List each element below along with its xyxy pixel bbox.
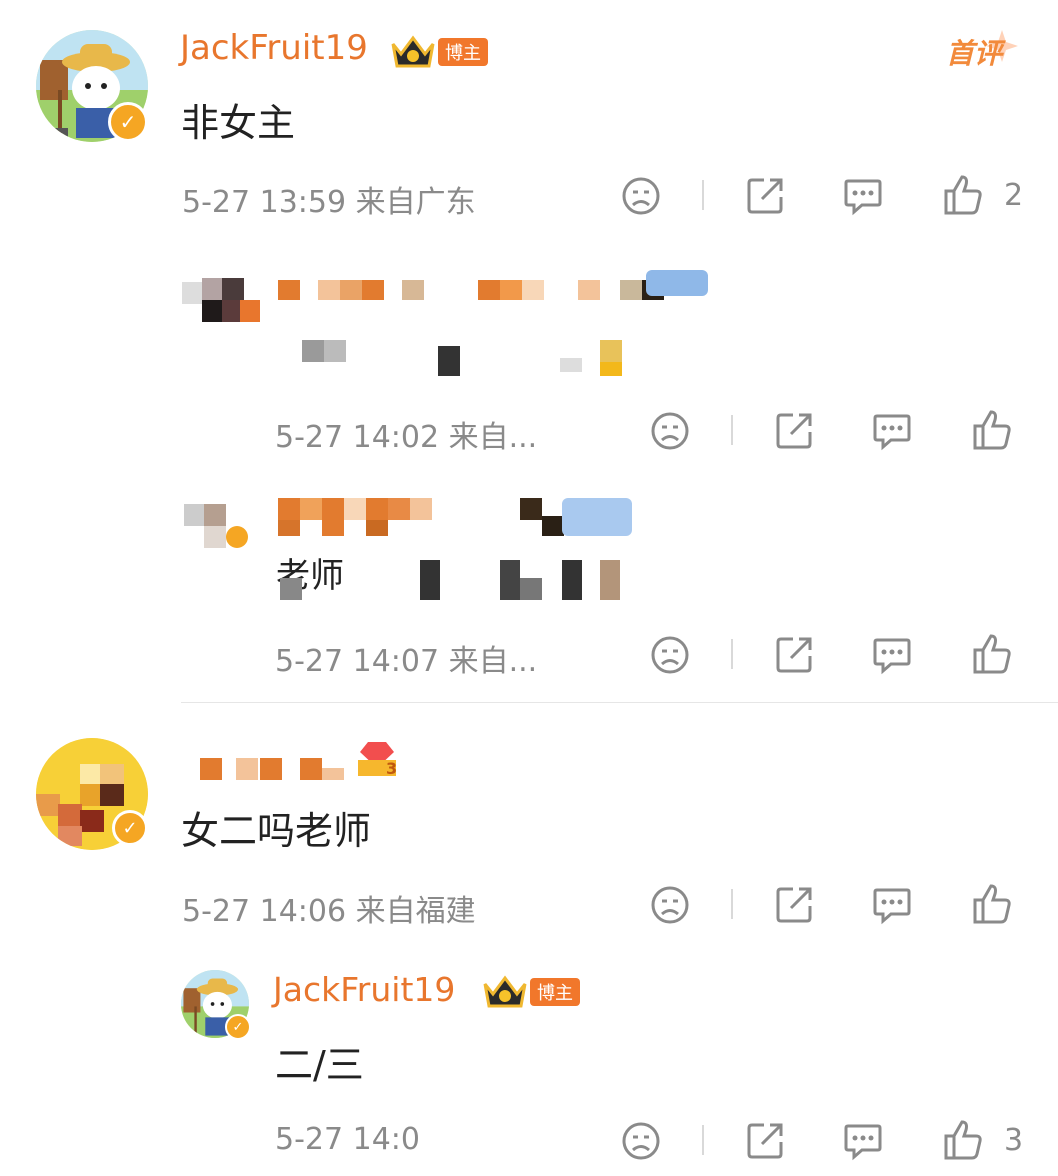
like-count: 2 <box>1004 178 1024 213</box>
obscured-username <box>184 738 354 782</box>
action-separator <box>702 180 704 210</box>
like-count: 3 <box>1004 1123 1024 1158</box>
verified-badge-icon: ✓ <box>112 810 148 846</box>
share-icon[interactable] <box>744 175 786 217</box>
like-icon[interactable] <box>942 1118 984 1162</box>
comment-icon[interactable] <box>871 884 913 926</box>
crown-icon <box>483 975 527 1008</box>
reply-meta: 5-27 14:02 来自... <box>275 420 538 455</box>
verified-badge-icon: ✓ <box>225 1014 251 1040</box>
obscured-avatar <box>182 486 262 558</box>
comment-icon[interactable] <box>842 175 884 217</box>
obscured-avatar <box>182 262 262 334</box>
comment-icon[interactable] <box>871 634 913 676</box>
blogger-tag: 博主 <box>438 38 488 66</box>
like-icon[interactable] <box>971 882 1013 926</box>
username[interactable]: JackFruit19 <box>180 28 368 68</box>
verified-badge-icon: ✓ <box>108 102 148 142</box>
svg-text:3: 3 <box>386 759 397 778</box>
comment-meta: 5-27 13:59 来自广东 <box>182 185 476 220</box>
obscured-reply-text <box>278 332 648 380</box>
dislike-icon[interactable] <box>649 884 691 926</box>
action-separator <box>731 639 733 669</box>
share-icon[interactable] <box>744 1120 786 1162</box>
obscured-username <box>278 494 648 544</box>
comment-divider <box>181 702 1058 703</box>
like-icon[interactable] <box>942 173 984 217</box>
action-separator <box>702 1125 704 1155</box>
dislike-icon[interactable] <box>620 175 662 217</box>
like-icon[interactable] <box>971 408 1013 452</box>
dislike-icon[interactable] <box>649 410 691 452</box>
crown-icon <box>391 35 435 68</box>
obscured-username <box>278 270 718 320</box>
reply-meta: 5-27 14:0 <box>275 1122 420 1157</box>
action-separator <box>731 415 733 445</box>
username[interactable]: JackFruit19 <box>273 970 455 1009</box>
dislike-icon[interactable] <box>620 1120 662 1162</box>
reply-meta: 5-27 14:07 来自... <box>275 644 538 679</box>
blogger-tag: 博主 <box>530 978 580 1006</box>
first-comment-label: 首评 <box>946 37 1003 70</box>
comment-icon[interactable] <box>871 410 913 452</box>
comment-meta: 5-27 14:06 来自福建 <box>182 894 476 929</box>
comment-text: 女二吗老师 <box>181 809 372 853</box>
level-badge-icon: 3 <box>358 742 397 778</box>
avatar[interactable]: ✓ <box>36 30 148 142</box>
obscured-reply-text <box>278 556 648 602</box>
avatar[interactable]: ✓ <box>36 738 148 850</box>
share-icon[interactable] <box>773 884 815 926</box>
share-icon[interactable] <box>773 410 815 452</box>
reply-text: 二/三 <box>275 1043 364 1087</box>
like-icon[interactable] <box>971 632 1013 676</box>
action-separator <box>731 889 733 919</box>
avatar[interactable]: ✓ <box>181 970 251 1040</box>
comment-icon[interactable] <box>842 1120 884 1162</box>
first-comment-badge: 首评 <box>942 28 1022 72</box>
comment-text: 非女主 <box>181 101 296 145</box>
share-icon[interactable] <box>773 634 815 676</box>
dislike-icon[interactable] <box>649 634 691 676</box>
